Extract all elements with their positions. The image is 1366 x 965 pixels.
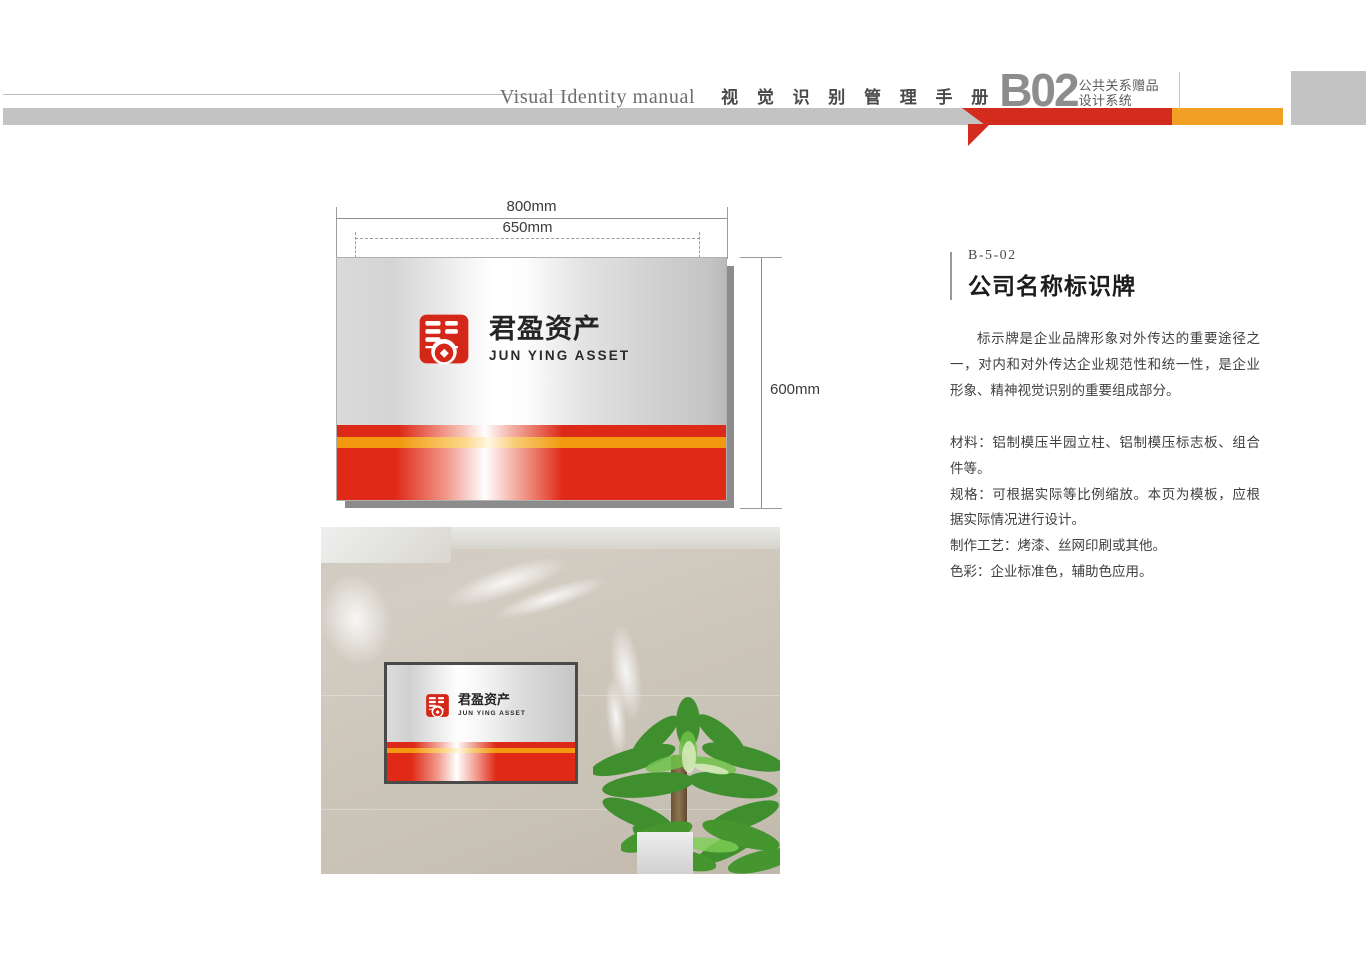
sign-company-name-en: JUN YING ASSET <box>489 347 631 363</box>
dim-inner-label: 650mm <box>502 219 553 236</box>
photo-logo-text: 君盈资产 JUN YING ASSET <box>458 694 526 717</box>
page-root: Visual Identity manual 视 觉 识 别 管 理 手 册 B… <box>0 0 1366 965</box>
photo-company-name-en: JUN YING ASSET <box>458 710 526 717</box>
dim-height-label: 600mm <box>770 381 821 398</box>
dim-height-tick-bottom <box>740 508 782 509</box>
header-english-title: Visual Identity manual <box>499 86 696 108</box>
panel-spec-process: 制作工艺：烤漆、丝网印刷或其他。 <box>950 538 1166 555</box>
dim-height-line <box>761 257 762 508</box>
photo-sign-frame: 君盈资产 JUN YING ASSET <box>384 662 578 784</box>
header-orange-bar <box>1172 108 1283 125</box>
header-divider <box>1179 72 1180 110</box>
panel-intro-text: 标示牌是企业品牌形象对外传达的重要途径之一，对内和对外传达企业规范性和统一性，是… <box>950 331 1260 399</box>
description-panel: B-5-02 公司名称标识牌 标示牌是企业品牌形象对外传达的重要途径之一，对内和… <box>950 248 1260 586</box>
header-section-name-line2: 设计系统 <box>1078 92 1133 108</box>
photo-sign-face: 君盈资产 JUN YING ASSET <box>387 665 575 781</box>
dim-outer-label: 800mm <box>506 198 557 215</box>
panel-title: 公司名称标识牌 <box>968 274 1136 300</box>
header-section-name-line1: 公共关系赠品 <box>1078 77 1159 93</box>
photo-company-name-cn: 君盈资产 <box>458 693 511 708</box>
panel-item-code: B-5-02 <box>968 248 1017 263</box>
dim-inner-line <box>355 238 700 239</box>
header-section-name: 公共关系赠品 设计系统 <box>1079 78 1159 110</box>
panel-spec-material: 材料：铝制模压半园立柱、铝制模压标志板、组合件等。 <box>950 434 1260 477</box>
photo-mockup: 君盈资产 JUN YING ASSET <box>321 527 780 874</box>
photo-plant-pot <box>637 832 693 874</box>
header-chinese-title: 视 觉 识 别 管 理 手 册 <box>721 88 996 107</box>
header-red-pointer-icon <box>968 124 990 146</box>
photo-ceiling-corner <box>321 527 451 563</box>
sign-board-drawing: 君盈资产 JUN YING ASSET <box>336 257 727 501</box>
photo-sign-band-red-thick <box>387 753 575 781</box>
panel-spec-list: 材料：铝制模压半园立柱、铝制模压标志板、组合件等。 规格：可根据实际等比例缩放。… <box>950 431 1260 586</box>
header-title-group: Visual Identity manual 视 觉 识 别 管 理 手 册 B… <box>0 64 1180 117</box>
jun-ying-logo-icon <box>419 314 469 365</box>
header-gray-bar <box>3 108 1017 125</box>
header-corner-gray-block <box>1291 71 1366 125</box>
sign-band-red-thick <box>337 448 726 500</box>
sign-company-name-cn: 君盈资产 <box>489 313 601 345</box>
sign-logo-text: 君盈资产 JUN YING ASSET <box>489 316 630 363</box>
sign-logo-lockup: 君盈资产 JUN YING ASSET <box>415 310 630 368</box>
panel-accent-bar <box>950 252 952 300</box>
dim-outer-tick-right <box>727 207 728 259</box>
jun-ying-logo-icon <box>426 694 449 718</box>
photo-logo-lockup: 君盈资产 JUN YING ASSET <box>424 692 526 719</box>
panel-spec-color: 色彩：企业标准色，辅助色应用。 <box>950 564 1153 581</box>
header-section-code: B02 <box>999 64 1079 117</box>
panel-spec-size: 规格：可根据实际等比例缩放。本页为模板，应根据实际情况进行设计。 <box>950 486 1260 529</box>
sign-band-orange <box>337 437 726 448</box>
